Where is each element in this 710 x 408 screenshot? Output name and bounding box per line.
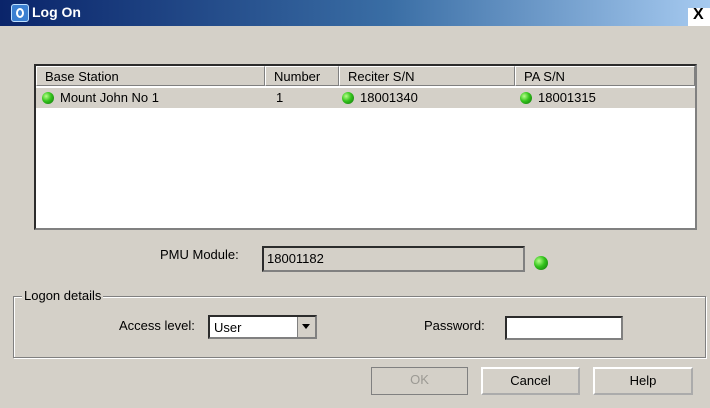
title-bar[interactable]: Log On X: [0, 0, 710, 26]
close-icon: X: [693, 6, 704, 23]
status-led-icon: [520, 92, 532, 104]
pa-sn-value: 18001315: [538, 90, 596, 105]
cancel-button[interactable]: Cancel: [481, 367, 580, 395]
column-pa-sn[interactable]: PA S/N: [515, 66, 695, 86]
base-station-list[interactable]: Base Station Number Reciter S/N PA S/N M…: [34, 64, 697, 230]
log-on-dialog: Log On X Base Station Number Reciter S/N…: [0, 0, 710, 408]
base-station-name: Mount John No 1: [60, 90, 160, 105]
cell-base-station: Mount John No 1: [42, 90, 159, 105]
list-header: Base Station Number Reciter S/N PA S/N: [36, 66, 695, 86]
access-level-label: Access level:: [119, 318, 195, 333]
column-reciter-sn[interactable]: Reciter S/N: [339, 66, 515, 86]
status-led-icon: [342, 92, 354, 104]
logon-details-title: Logon details: [22, 288, 104, 303]
help-button[interactable]: Help: [593, 367, 693, 395]
column-number[interactable]: Number: [265, 66, 339, 86]
password-label: Password:: [424, 318, 485, 333]
column-base-station[interactable]: Base Station: [36, 66, 265, 86]
pmu-status-led-icon: [534, 256, 548, 270]
app-icon: [11, 4, 29, 22]
cell-number: 1: [276, 90, 284, 105]
ok-button[interactable]: OK: [371, 367, 468, 395]
pmu-module-label: PMU Module:: [160, 247, 239, 262]
password-field[interactable]: [505, 316, 623, 340]
access-level-select[interactable]: User: [208, 315, 317, 339]
window-title: Log On: [32, 4, 81, 20]
cell-pa-sn: 18001315: [520, 90, 596, 105]
chevron-down-icon[interactable]: [297, 317, 315, 337]
cell-reciter-sn: 18001340: [342, 90, 418, 105]
access-level-value: User: [214, 320, 242, 335]
status-led-icon: [42, 92, 54, 104]
reciter-sn-value: 18001340: [360, 90, 418, 105]
pmu-module-field: 18001182: [262, 246, 525, 272]
close-button[interactable]: X: [688, 6, 710, 26]
table-row[interactable]: Mount John No 1 1 18001340 18001315: [36, 88, 695, 108]
